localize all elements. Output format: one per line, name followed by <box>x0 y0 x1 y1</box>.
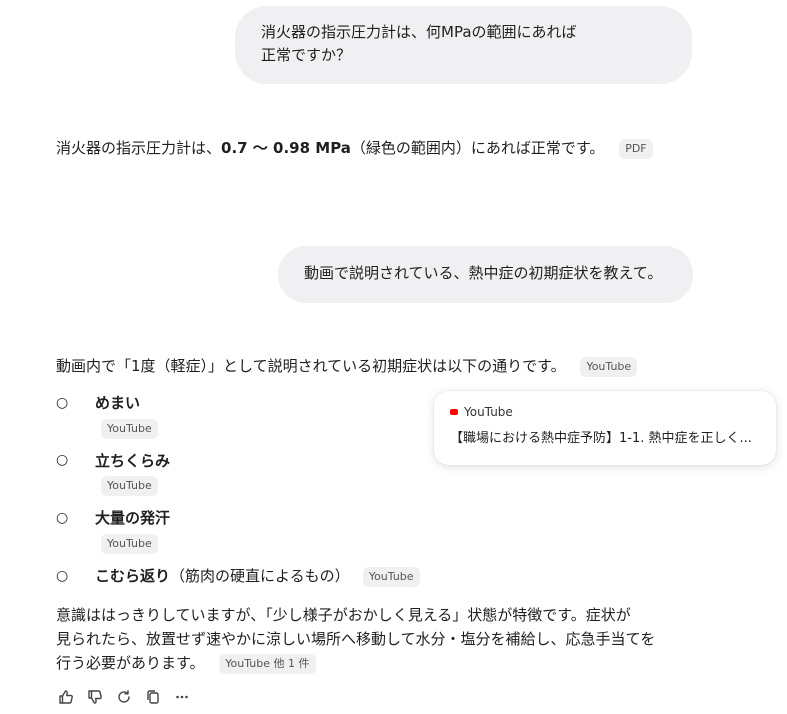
copy-icon[interactable] <box>143 687 162 706</box>
assistant-answer-intro: 動画内で「1度（軽症）」として説明されている初期症状は以下の通りです。 YouT… <box>56 354 638 378</box>
answer-highlight: 0.7 〜 0.98 MPa <box>221 139 351 157</box>
paragraph-line: 見られたら、放置せず速やかに涼しい場所へ移動して水分・塩分を補給し、応急手当てを <box>56 630 656 648</box>
bullet-label: 大量の発汗 <box>95 509 171 527</box>
source-preview-popup[interactable]: YouTube 【職場における熱中症予防】1-1. 熱中症を正しく... <box>434 391 776 465</box>
source-chip-youtube[interactable]: YouTube <box>580 356 638 377</box>
bullet-marker: ○ <box>56 568 69 584</box>
paragraph-line: 意識ははっきりしていますが、「少し様子がおかしく見える」状態が特徴です。症状が <box>56 606 631 624</box>
popup-source-name: YouTube <box>464 405 513 419</box>
bullet-label: めまい <box>95 394 141 412</box>
more-icon[interactable] <box>172 687 191 706</box>
answer-text: （緑色の範囲内）にあれば正常です。 <box>350 139 605 157</box>
bullet-marker: ○ <box>56 510 69 526</box>
source-chip-youtube[interactable]: YouTube <box>101 476 158 496</box>
user-message-line: 消火器の指示圧力計は、何MPaの範囲にあれば <box>261 23 577 41</box>
source-chip-youtube[interactable]: YouTube <box>101 534 158 554</box>
bullet-note: （筋肉の硬直によるもの） <box>170 567 350 585</box>
source-chip-youtube[interactable]: YouTube <box>362 566 420 587</box>
thumbs-down-icon[interactable] <box>85 687 104 706</box>
answer-text: 動画内で「1度（軽症）」として説明されている初期症状は以下の通りです。 <box>56 357 566 375</box>
user-message-bubble: 消火器の指示圧力計は、何MPaの範囲にあれば 正常ですか？ <box>235 6 692 84</box>
bullet-marker: ○ <box>56 452 69 468</box>
thumbs-up-icon[interactable] <box>56 687 75 706</box>
regenerate-icon[interactable] <box>114 687 133 706</box>
bullet-marker: ○ <box>56 395 69 411</box>
response-actions <box>56 687 191 706</box>
source-chip-pdf[interactable]: PDF <box>619 138 653 159</box>
source-chip-youtube-more[interactable]: YouTube 他 1 件 <box>219 653 316 674</box>
youtube-icon <box>450 409 458 415</box>
user-message-line: 正常ですか？ <box>261 46 352 64</box>
user-message-bubble: 動画で説明されている、熱中症の初期症状を教えて。 <box>278 246 693 303</box>
bullet-item: こむら返り（筋肉の硬直によるもの） YouTube <box>95 565 420 587</box>
popup-source: YouTube <box>450 405 760 419</box>
source-chip-youtube[interactable]: YouTube <box>101 419 158 439</box>
paragraph-line: 行う必要があります。 <box>56 654 205 672</box>
bullet-label: 立ちくらみ <box>95 452 171 470</box>
answer-text: 消火器の指示圧力計は、 <box>56 139 222 157</box>
answer-paragraph: 意識ははっきりしていますが、「少し様子がおかしく見える」状態が特徴です。症状が … <box>56 603 676 675</box>
assistant-answer: 消火器の指示圧力計は、0.7 〜 0.98 MPa（緑色の範囲内）にあれば正常で… <box>56 136 653 160</box>
bullet-label: こむら返り <box>95 567 171 585</box>
user-message-text: 動画で説明されている、熱中症の初期症状を教えて。 <box>304 264 663 282</box>
popup-title[interactable]: 【職場における熱中症予防】1-1. 熱中症を正しく... <box>450 427 760 446</box>
paragraph-line-last: 行う必要があります。 YouTube 他 1 件 <box>56 651 676 675</box>
